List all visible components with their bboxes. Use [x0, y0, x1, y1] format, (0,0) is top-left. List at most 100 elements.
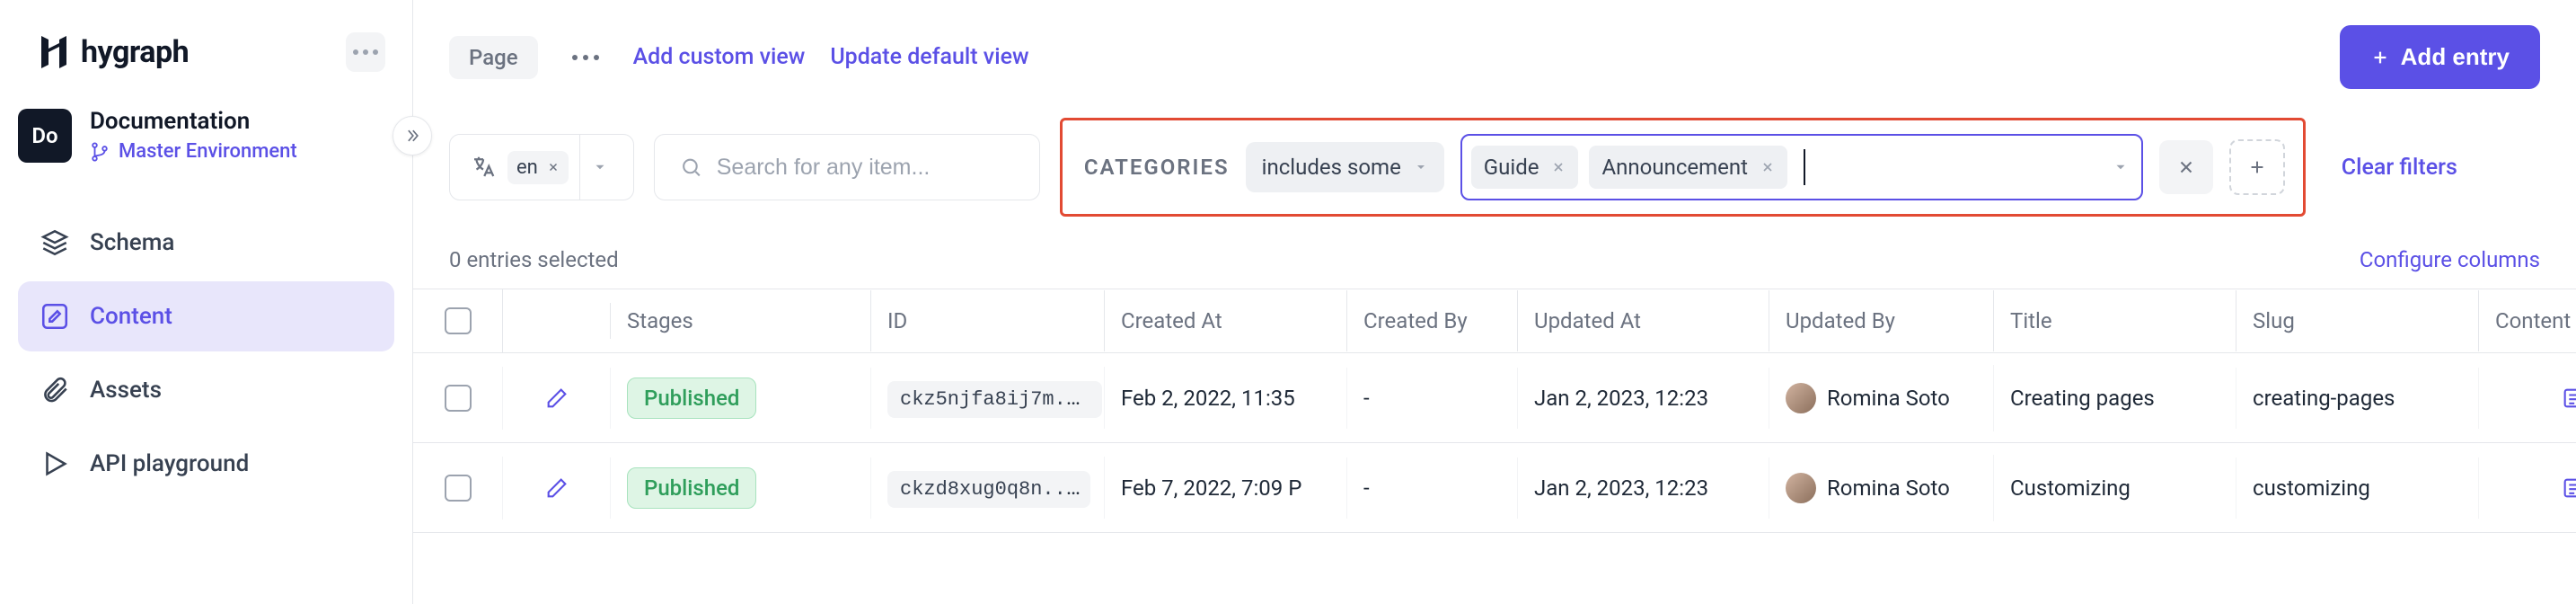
play-icon	[40, 449, 70, 479]
brand-row: hygraph	[0, 0, 412, 90]
header-created-at[interactable]: Created At	[1105, 290, 1347, 351]
close-icon	[2176, 157, 2196, 177]
richtext-icon	[2561, 475, 2576, 501]
update-default-view-link[interactable]: Update default view	[830, 44, 1028, 70]
nav-schema[interactable]: Schema	[18, 208, 394, 278]
id-chip[interactable]: ckz5njfa8ij7m...	[887, 381, 1102, 418]
row-title: Customizing	[1994, 457, 2236, 519]
entries-table: Stages ID Created At Created By Updated …	[413, 289, 2576, 533]
table-row[interactable]: Published ckz5njfa8ij7m... Feb 2, 2022, …	[413, 353, 2576, 443]
nav-api-label: API playground	[90, 450, 249, 477]
main-nav: Schema Content Assets API playground	[0, 181, 412, 499]
row-id: ckz5njfa8ij7m...	[871, 367, 1105, 429]
row-content-icon[interactable]	[2479, 368, 2576, 429]
caret-down-icon	[2113, 159, 2129, 175]
filter-values-input[interactable]: Guide Announcement	[1460, 134, 2143, 200]
text-cursor	[1804, 149, 1805, 185]
locale-tag[interactable]: en	[507, 151, 569, 184]
clear-filters-link[interactable]: Clear filters	[2342, 155, 2457, 181]
pencil-icon	[544, 475, 569, 501]
nav-assets[interactable]: Assets	[18, 355, 394, 425]
header-updated-by[interactable]: Updated By	[1769, 290, 1994, 351]
filter-operator-label: includes some	[1262, 155, 1401, 180]
filter-operator-select[interactable]: includes some	[1246, 142, 1444, 192]
id-chip[interactable]: ckzd8xug0q8n...	[887, 471, 1090, 508]
chevrons-right-icon	[403, 127, 421, 145]
header-content[interactable]: Content	[2479, 290, 2576, 351]
ellipsis-icon	[353, 49, 378, 55]
avatar	[1786, 383, 1816, 413]
search-box[interactable]	[654, 134, 1040, 200]
nav-schema-label: Schema	[90, 229, 174, 256]
sidebar: hygraph Do Documentation Master Environm…	[0, 0, 413, 604]
locale-code: en	[516, 156, 538, 179]
categories-filter-highlight: CATEGORIES includes some Guide Announcem…	[1060, 118, 2306, 217]
header-stages[interactable]: Stages	[611, 290, 871, 351]
avatar	[1786, 473, 1816, 503]
row-content-icon[interactable]	[2479, 457, 2576, 519]
row-updated-at: Jan 2, 2023, 12:23	[1518, 368, 1769, 429]
filter-value-label: Announcement	[1601, 155, 1748, 180]
edit-square-icon	[40, 301, 70, 332]
sidebar-collapse-button[interactable]	[393, 116, 432, 155]
richtext-icon	[2561, 386, 2576, 411]
header-slug[interactable]: Slug	[2236, 290, 2479, 351]
topbar: Page Add custom view Update default view…	[413, 0, 2576, 109]
row-checkbox[interactable]	[445, 475, 472, 502]
configure-columns-link[interactable]: Configure columns	[2360, 247, 2540, 272]
pencil-icon	[544, 386, 569, 411]
close-icon[interactable]	[1551, 160, 1566, 174]
add-custom-view-link[interactable]: Add custom view	[633, 44, 806, 70]
entries-selected-label: 0 entries selected	[449, 247, 619, 272]
project-avatar: Do	[18, 109, 72, 163]
add-filter-button[interactable]	[2229, 139, 2285, 195]
model-chip[interactable]: Page	[449, 36, 538, 79]
row-edit-button[interactable]	[503, 457, 611, 519]
select-all-checkbox[interactable]	[445, 307, 472, 334]
nav-content[interactable]: Content	[18, 281, 394, 351]
search-input[interactable]	[717, 155, 1014, 181]
header-created-by[interactable]: Created By	[1347, 290, 1518, 351]
row-created-at: Feb 7, 2022, 7:09 P	[1105, 457, 1347, 519]
user-name: Romina Soto	[1827, 475, 1950, 501]
locale-selector[interactable]: en	[449, 134, 634, 200]
row-stage: Published	[611, 368, 871, 429]
filter-bar: en CATEGORIES includes some	[413, 109, 2576, 235]
caret-down-icon	[1414, 160, 1428, 174]
row-created-by: -	[1347, 368, 1518, 429]
plus-icon	[2370, 48, 2390, 67]
project-env-label: Master Environment	[119, 140, 297, 163]
close-icon[interactable]	[547, 161, 560, 173]
row-updated-by: Romina Soto	[1769, 455, 1994, 521]
close-icon[interactable]	[1760, 160, 1775, 174]
filter-field-label: CATEGORIES	[1084, 155, 1230, 180]
project-environment[interactable]: Master Environment	[90, 140, 297, 163]
header-title[interactable]: Title	[1994, 290, 2236, 351]
layers-icon	[40, 227, 70, 258]
hygraph-logo-icon	[36, 32, 72, 72]
row-updated-by: Romina Soto	[1769, 365, 1994, 431]
header-updated-at[interactable]: Updated At	[1518, 290, 1769, 351]
nav-content-label: Content	[90, 303, 172, 330]
header-id[interactable]: ID	[871, 290, 1105, 351]
values-caret[interactable]	[2113, 159, 2129, 175]
nav-api-playground[interactable]: API playground	[18, 429, 394, 499]
row-checkbox[interactable]	[445, 385, 472, 412]
table-header: Stages ID Created At Created By Updated …	[413, 289, 2576, 353]
table-row[interactable]: Published ckzd8xug0q8n... Feb 7, 2022, 7…	[413, 443, 2576, 533]
remove-filter-button[interactable]	[2159, 140, 2213, 194]
locale-caret[interactable]	[579, 135, 621, 200]
project-name: Documentation	[90, 108, 297, 135]
nav-assets-label: Assets	[90, 377, 162, 404]
add-entry-button[interactable]: Add entry	[2340, 25, 2540, 89]
stage-badge: Published	[627, 467, 756, 509]
selection-info-row: 0 entries selected Configure columns	[413, 235, 2576, 289]
branch-icon	[90, 142, 110, 162]
translate-icon	[470, 154, 497, 181]
add-entry-label: Add entry	[2401, 43, 2510, 71]
search-icon	[680, 155, 702, 180]
stage-badge: Published	[627, 378, 756, 419]
topbar-ellipsis[interactable]	[563, 55, 608, 60]
brand-menu-button[interactable]	[346, 32, 385, 72]
row-edit-button[interactable]	[503, 368, 611, 429]
